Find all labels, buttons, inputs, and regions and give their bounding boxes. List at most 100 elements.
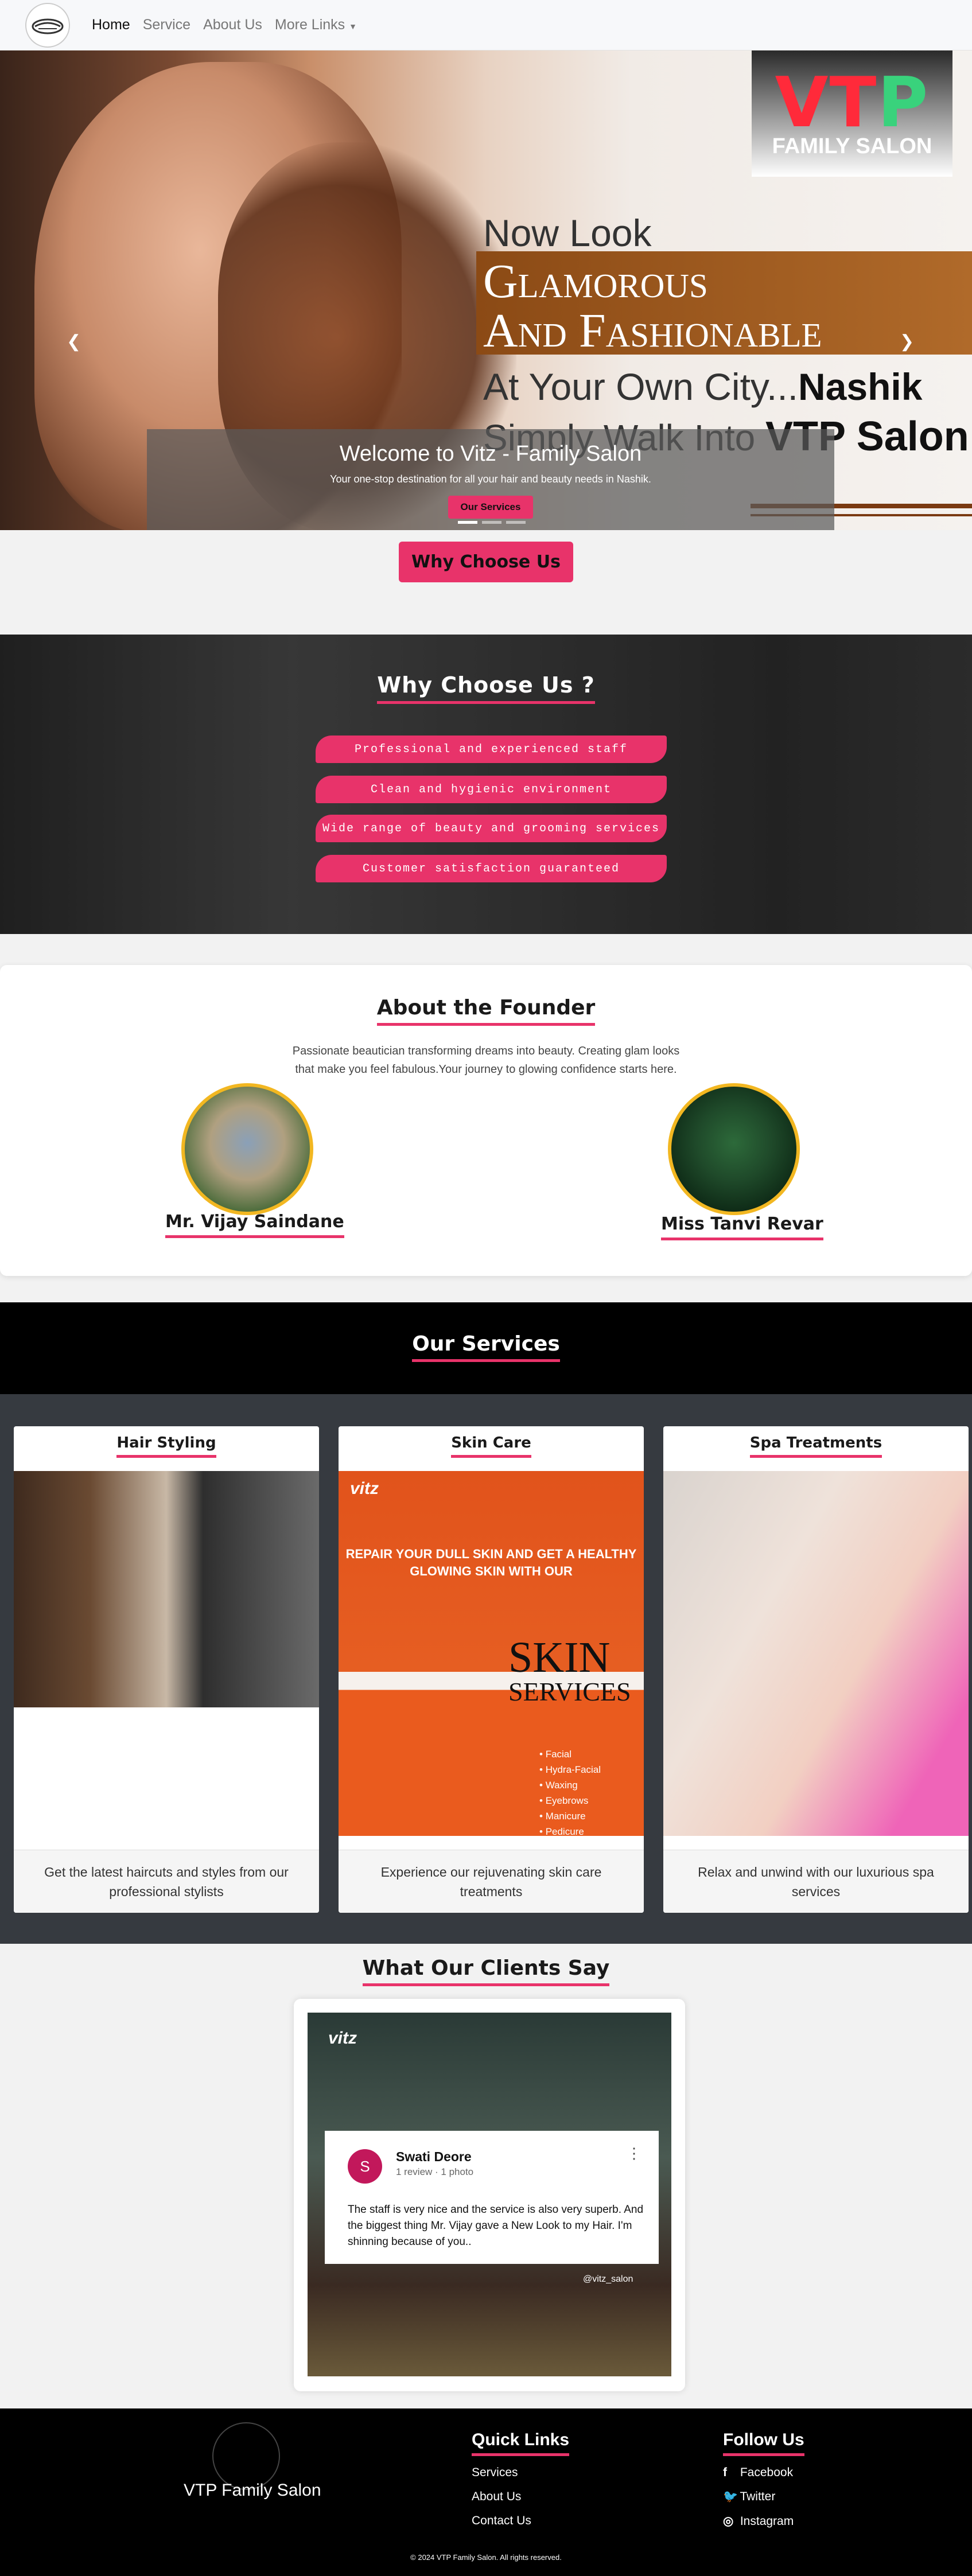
services-header: Our Services — [0, 1302, 972, 1394]
why-item: Professional and experienced staff — [316, 736, 667, 763]
poster-list-item-text: Waxing — [545, 1780, 578, 1791]
hero-line-3: At Your Own City...Nashik — [483, 365, 922, 408]
carousel-caption: Welcome to Vitz - Family Salon Your one-… — [147, 429, 834, 530]
poster-big-sub: SERVICES — [508, 1677, 631, 1706]
poster-list-item: • Pedicure — [539, 1826, 584, 1837]
carousel-indicators — [458, 521, 526, 524]
poster-service-list: • Facial • Hydra-Facial • Waxing • Eyebr… — [539, 1746, 601, 1839]
quick-links-title-text: Quick Links — [472, 2430, 570, 2456]
service-card-hair[interactable]: Hair Styling Get the latest haircuts and… — [14, 1426, 319, 1913]
footer-link-about[interactable]: About Us — [472, 2490, 521, 2504]
service-card-title-text: Skin Care — [451, 1434, 531, 1458]
why-title-text: Why Choose Us ? — [377, 672, 595, 704]
founder-name-vijay: Mr. Vijay Saindane — [165, 1212, 344, 1238]
testimonials-title-text: What Our Clients Say — [362, 1956, 610, 1986]
quick-links-title: Quick Links — [472, 2430, 570, 2456]
service-card-title-text: Spa Treatments — [749, 1434, 882, 1458]
footer-link-contact[interactable]: Contact Us — [472, 2514, 531, 2528]
hero-line-2: Glamorous And Fashionable — [483, 257, 822, 356]
social-facebook[interactable]: f Facebook — [723, 2466, 793, 2480]
review-text: The staff is very nice and the service i… — [348, 2204, 644, 2248]
service-card-title: Spa Treatments — [663, 1434, 969, 1458]
hero-carousel: VTP FAMILY SALON Now Look Glamorous And … — [0, 50, 972, 530]
founder-title: About the Founder — [0, 996, 972, 1026]
salon-logo[interactable] — [25, 2, 70, 48]
our-services-button[interactable]: Our Services — [448, 496, 534, 519]
reviewer-meta: 1 review · 1 photo — [396, 2166, 474, 2177]
nav-home[interactable]: Home — [92, 17, 130, 33]
hero-line-2a: Glamorous — [483, 255, 708, 308]
follow-us-title: Follow Us — [723, 2430, 804, 2456]
scissors-logo-icon — [32, 18, 64, 34]
poster-big-text: SKIN SERVICES — [508, 1636, 631, 1706]
why-button-wrap: Why Choose Us — [0, 542, 972, 582]
carousel-indicator[interactable] — [458, 521, 477, 524]
testimonial-brand: vitz — [328, 2029, 357, 2048]
footer-brand: VTP Family Salon — [184, 2481, 321, 2500]
service-card-skin[interactable]: Skin Care vitz REPAIR YOUR DULL SKIN AND… — [339, 1426, 644, 1913]
social-instagram-label: Instagram — [740, 2515, 794, 2528]
hero-line-3a: At Your Own City... — [483, 365, 799, 408]
facebook-icon: f — [723, 2466, 727, 2479]
poster-list-item: • Eyebrows — [539, 1795, 589, 1806]
founder-photo-vijay — [181, 1083, 313, 1215]
nav-service[interactable]: Service — [143, 17, 190, 33]
hero-line-3b: Nashik — [798, 365, 923, 408]
poster-list-item-text: Facial — [545, 1749, 572, 1760]
social-twitter[interactable]: 🐦 Twitter — [723, 2490, 775, 2504]
why-item: Clean and hygienic environment — [316, 776, 667, 803]
nav-about[interactable]: About Us — [203, 17, 262, 33]
testimonials-title: What Our Clients Say — [0, 1956, 972, 1986]
vtp-brand-logo: VTP FAMILY SALON — [752, 50, 952, 177]
services-cards: Hair Styling Get the latest haircuts and… — [0, 1394, 972, 1944]
service-card-title: Hair Styling — [14, 1434, 319, 1458]
social-instagram[interactable]: ◎ Instagram — [723, 2514, 794, 2528]
services-title: Our Services — [0, 1332, 972, 1362]
twitter-icon: 🐦 — [723, 2490, 738, 2503]
service-card-desc: Get the latest haircuts and styles from … — [14, 1850, 319, 1913]
poster-list-item: • Hydra-Facial — [539, 1764, 601, 1775]
carousel-next-icon[interactable]: ❯ — [900, 332, 914, 352]
follow-us-title-text: Follow Us — [723, 2430, 804, 2456]
carousel-indicator[interactable] — [506, 521, 526, 524]
social-facebook-label: Facebook — [740, 2466, 794, 2479]
why-item: Wide range of beauty and grooming servic… — [316, 815, 667, 842]
testimonial-card: vitz S Swati Deore 1 review · 1 photo ⋮ … — [294, 1999, 685, 2391]
footer-logo — [212, 2422, 280, 2490]
nav-more-links[interactable]: More Links ▼ — [275, 17, 357, 33]
footer-link-services[interactable]: Services — [472, 2466, 518, 2480]
nav-links: Home Service About Us More Links ▼ — [92, 17, 357, 33]
copyright: © 2024 VTP Family Salon. All rights rese… — [410, 2553, 562, 2562]
caption-title: Welcome to Vitz - Family Salon — [339, 442, 642, 466]
service-card-title: Skin Care — [339, 1434, 644, 1458]
spa-treatment-image — [663, 1471, 969, 1836]
poster-list-item: • Waxing — [539, 1780, 578, 1791]
founder-section: About the Founder Passionate beautician … — [0, 965, 972, 1276]
hero-line-2b: And Fashionable — [483, 304, 822, 357]
service-card-spa[interactable]: Spa Treatments Relax and unwind with our… — [663, 1426, 969, 1913]
service-card-title-text: Hair Styling — [116, 1434, 216, 1458]
poster-list-item-text: Manicure — [545, 1811, 586, 1822]
poster-list-item-text: Eyebrows — [545, 1795, 589, 1806]
poster-list-item-text: Pedicure — [545, 1826, 584, 1837]
founder-text: Passionate beautician transforming dream… — [292, 1045, 680, 1076]
why-item: Customer satisfaction guaranteed — [316, 855, 667, 882]
poster-brand: vitz — [350, 1479, 379, 1498]
vtp-logo-text: VTP — [775, 63, 930, 143]
footer: VTP Family Salon Quick Links Services Ab… — [0, 2408, 972, 2576]
poster-list-item: • Manicure — [539, 1811, 586, 1822]
founder-name-tanvi-text: Miss Tanvi Revar — [661, 1214, 823, 1240]
service-card-desc: Experience our rejuvenating skin care tr… — [339, 1850, 644, 1913]
service-card-desc: Relax and unwind with our luxurious spa … — [663, 1850, 969, 1913]
carousel-prev-icon[interactable]: ❮ — [67, 332, 81, 352]
carousel-indicator[interactable] — [482, 521, 501, 524]
poster-big-skin: SKIN — [508, 1633, 611, 1682]
poster-headline: REPAIR YOUR DULL SKIN AND GET A HEALTHY … — [345, 1547, 637, 1578]
nav-more-label: More Links — [274, 17, 345, 33]
more-options-icon: ⋮ — [627, 2145, 641, 2162]
poster-list-item-text: Hydra-Facial — [545, 1764, 601, 1775]
founder-name-vijay-text: Mr. Vijay Saindane — [165, 1212, 344, 1238]
caret-down-icon: ▼ — [349, 22, 357, 31]
why-title: Why Choose Us ? — [0, 672, 972, 704]
why-choose-us-button[interactable]: Why Choose Us — [399, 542, 573, 582]
